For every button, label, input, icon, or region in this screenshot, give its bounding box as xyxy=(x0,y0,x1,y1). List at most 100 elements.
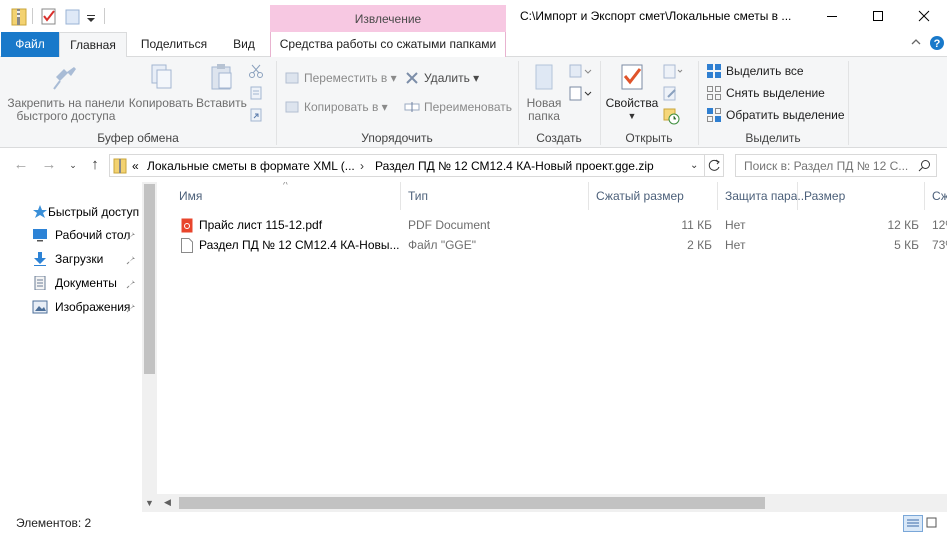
nav-item-documents[interactable]: Документы xyxy=(26,272,142,294)
divider[interactable] xyxy=(924,182,925,210)
customize-toolbar-icon[interactable] xyxy=(86,6,104,26)
properties-icon[interactable] xyxy=(40,6,58,26)
delete-button[interactable]: Удалить ▾ xyxy=(404,68,479,88)
scrollbar-thumb[interactable] xyxy=(179,497,765,509)
tab-compressed-folder-tools[interactable]: Средства работы со сжатыми папками xyxy=(270,32,506,57)
copy-path-icon[interactable] xyxy=(248,85,266,103)
new-item-icon[interactable] xyxy=(568,63,592,81)
chevron-down-icon[interactable]: ▼ xyxy=(145,498,154,508)
easy-access-icon[interactable] xyxy=(568,85,592,103)
paste-icon xyxy=(211,64,232,90)
pin-icon[interactable] xyxy=(126,301,138,313)
paste-shortcut-icon[interactable] xyxy=(248,107,266,125)
file-name: Прайс лист 115-12.pdf xyxy=(199,218,323,232)
move-to-label: Переместить в xyxy=(304,71,388,85)
large-icons-view-button[interactable] xyxy=(924,515,944,532)
invert-selection-label: Обратить выделение xyxy=(726,108,845,122)
nav-item-downloads[interactable]: Загрузки xyxy=(26,248,142,270)
file-type: PDF Document xyxy=(408,218,491,232)
tab-home[interactable]: Главная xyxy=(59,32,127,58)
divider[interactable] xyxy=(797,182,798,210)
table-row[interactable]: Раздел ПД № 12 СМ12.4 КА-Новы... Файл "G… xyxy=(175,235,947,255)
breadcrumb-segment[interactable]: Раздел ПД № 12 СМ12.4 КА-Новый проект.gg… xyxy=(375,159,654,173)
search-icon[interactable] xyxy=(918,159,932,173)
pin-icon[interactable] xyxy=(126,229,138,241)
scroll-left-icon[interactable]: ◀ xyxy=(164,497,171,508)
collapse-ribbon-icon[interactable] xyxy=(910,36,924,50)
scrollbar-thumb[interactable] xyxy=(144,184,155,374)
cut-icon[interactable] xyxy=(248,63,266,81)
new-folder-label-line2: папка xyxy=(528,109,560,123)
close-icon xyxy=(918,10,930,22)
copy-label: Копировать xyxy=(128,96,194,110)
minimize-button[interactable] xyxy=(809,0,855,32)
properties-button[interactable]: Свойства ▼ xyxy=(604,61,660,123)
pin-icon[interactable] xyxy=(126,253,138,265)
close-button[interactable] xyxy=(901,0,947,32)
tab-share[interactable]: Поделиться xyxy=(130,32,218,57)
divider[interactable] xyxy=(588,182,589,210)
tab-file[interactable]: Файл xyxy=(1,32,59,57)
up-arrow-icon[interactable]: ↑ xyxy=(86,156,104,174)
organize-group-label: Упорядочить xyxy=(361,131,433,145)
refresh-icon xyxy=(708,159,720,171)
refresh-button[interactable] xyxy=(705,154,724,177)
new-folder-icon[interactable] xyxy=(64,6,82,26)
back-arrow-icon[interactable]: ← xyxy=(12,156,30,174)
column-header-type[interactable]: Тип xyxy=(408,182,428,210)
documents-icon xyxy=(34,276,46,290)
nav-item-desktop[interactable]: Рабочий стол xyxy=(26,224,142,246)
file-name: Раздел ПД № 12 СМ12.4 КА-Новы... xyxy=(199,238,400,252)
column-header-name[interactable]: Имя xyxy=(179,182,202,210)
search-input[interactable] xyxy=(744,159,914,173)
select-none-button[interactable]: Снять выделение xyxy=(706,83,825,103)
window-title: C:\Импорт и Экспорт смет\Локальные сметы… xyxy=(520,9,792,23)
nav-pane-scrollbar[interactable]: ▼ xyxy=(142,182,157,512)
help-icon[interactable]: ? xyxy=(929,35,945,51)
divider xyxy=(32,8,33,24)
paste-button[interactable]: Вставить xyxy=(196,61,247,110)
column-header-size[interactable]: Размер xyxy=(804,182,845,210)
file-size: 5 КБ xyxy=(894,238,919,252)
address-dropdown-icon[interactable]: ⌄ xyxy=(690,160,698,171)
search-box[interactable] xyxy=(735,154,937,177)
copy-icon xyxy=(151,64,172,89)
nav-item-pictures[interactable]: Изображения xyxy=(26,296,142,318)
new-folder-button[interactable]: Новая папка xyxy=(522,61,566,123)
nav-item-quick-access[interactable]: Быстрый доступ xyxy=(26,201,142,223)
move-to-button[interactable]: Переместить в ▾ xyxy=(284,68,397,88)
nav-label: Загрузки xyxy=(55,252,104,266)
copy-button[interactable]: Копировать xyxy=(126,61,196,110)
open-icon[interactable] xyxy=(662,63,684,81)
forward-arrow-icon[interactable]: → xyxy=(40,156,58,174)
open-group-label: Открыть xyxy=(625,131,673,145)
column-header-ratio[interactable]: Сж xyxy=(932,182,947,210)
title-bar: Извлечение C:\Импорт и Экспорт смет\Лока… xyxy=(0,0,947,33)
tab-view[interactable]: Вид xyxy=(222,32,266,57)
table-row[interactable]: Прайс лист 115-12.pdf PDF Document 11 КБ… xyxy=(175,215,947,235)
rename-button[interactable]: Переименовать xyxy=(404,97,512,117)
recent-locations-icon[interactable]: ⌄ xyxy=(64,156,82,174)
maximize-button[interactable] xyxy=(855,0,901,32)
details-view-button[interactable] xyxy=(903,515,923,532)
horizontal-scrollbar[interactable]: ◀ xyxy=(157,494,947,512)
select-all-button[interactable]: Выделить все xyxy=(706,61,804,81)
pin-quick-access-button[interactable]: Закрепить на панели быстрого доступа xyxy=(6,61,126,123)
rename-label: Переименовать xyxy=(424,100,512,114)
new-folder-icon xyxy=(535,64,553,90)
invert-selection-button[interactable]: Обратить выделение xyxy=(706,105,845,125)
column-header-password[interactable]: Защита пара... xyxy=(725,182,807,210)
copy-to-button[interactable]: Копировать в ▾ xyxy=(284,97,388,117)
zip-folder-icon[interactable] xyxy=(10,6,28,26)
column-header-compressed-size[interactable]: Сжатый размер xyxy=(596,182,684,210)
history-icon[interactable] xyxy=(662,107,684,125)
breadcrumb-separator-icon[interactable]: › xyxy=(360,159,364,173)
edit-icon[interactable] xyxy=(662,85,684,103)
file-compressed-size: 11 КБ xyxy=(681,218,712,232)
breadcrumb-segment[interactable]: Локальные сметы в формате XML (... xyxy=(147,159,355,173)
pin-icon[interactable] xyxy=(126,277,138,289)
divider[interactable] xyxy=(717,182,718,210)
divider[interactable] xyxy=(400,182,401,210)
address-bar[interactable]: « Локальные сметы в формате XML (... › Р… xyxy=(109,154,705,177)
breadcrumb-overflow[interactable]: « xyxy=(132,159,139,173)
